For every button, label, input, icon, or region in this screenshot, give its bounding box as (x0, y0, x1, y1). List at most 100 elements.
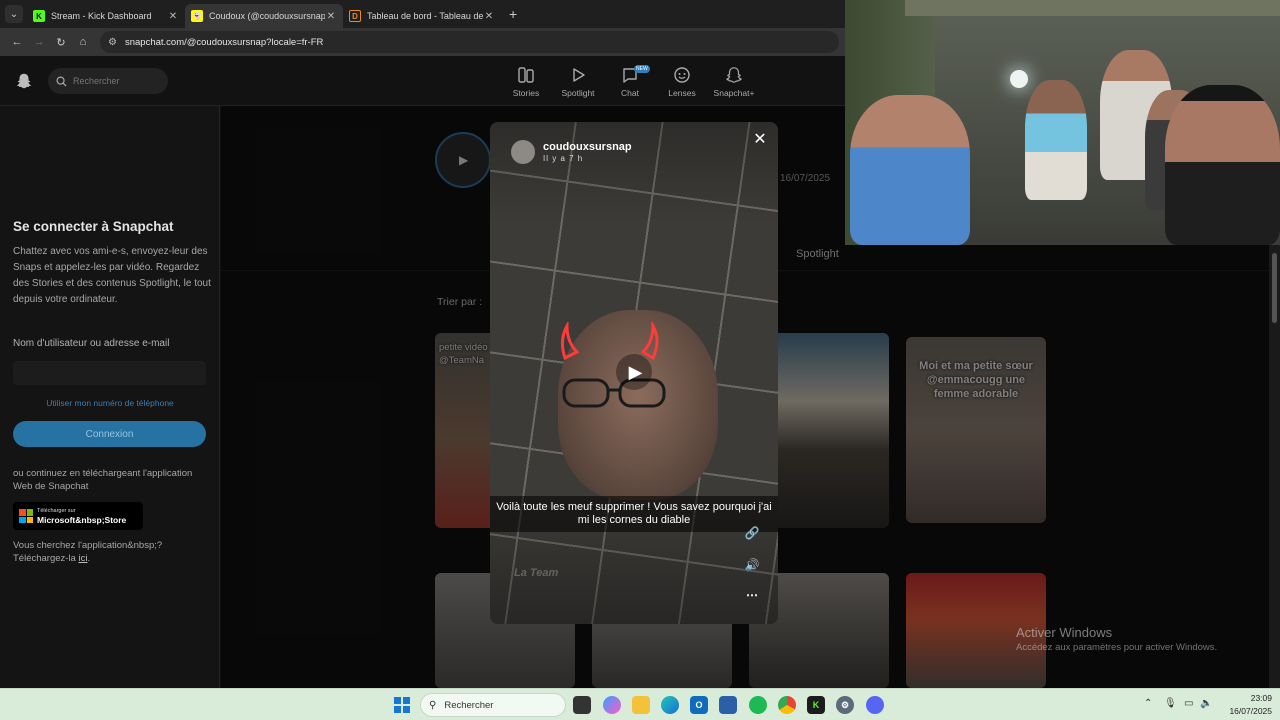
microphone-icon[interactable]: 🎙 (1164, 698, 1177, 709)
post-time: Il y a 7 h (543, 154, 584, 163)
microsoft-logo-icon (19, 509, 33, 523)
username-input[interactable] (13, 361, 206, 385)
chrome-icon[interactable] (778, 696, 796, 714)
url-field[interactable]: ⚙ snapchat.com/@coudouxsursnap?locale=fr… (100, 31, 839, 53)
browser-tab-bar: ⌄ K Stream - Kick Dashboard ✕ 👻 Coudoux … (0, 0, 845, 28)
nav-label: Chat (621, 88, 639, 98)
snapchat-plus-icon (726, 67, 742, 83)
settings-icon[interactable]: ⚙ (836, 696, 854, 714)
nav-label: Lenses (668, 88, 696, 98)
tab-title: Tableau de bord - Tableau de b (367, 11, 483, 21)
forward-icon[interactable]: → (28, 36, 50, 48)
clock-date: 16/07/2025 (1229, 706, 1272, 716)
download-text: ou continuez en téléchargeant l'applicat… (13, 468, 193, 492)
author-avatar[interactable] (511, 140, 535, 164)
login-title: Se connecter à Snapchat (13, 219, 174, 234)
story-viewer-modal: coudouxsursnap Il y a 7 h ✕ ▶ Voilà tout… (490, 122, 778, 624)
taskbar-search[interactable]: ⚲ Rechercher (420, 693, 566, 717)
volume-icon[interactable]: 🔊 (744, 558, 760, 574)
close-icon[interactable]: ✕ (750, 130, 770, 150)
microsoft-store-button[interactable]: Télécharger sur Microsoft&nbsp;Store (13, 502, 143, 530)
windows-taskbar: ⚲ Rechercher O K ⚙ ⌃ 🎙 ▭ 🔈 23:09 16/07/2… (0, 688, 1280, 720)
edge-icon[interactable] (661, 696, 679, 714)
nav-chat[interactable]: NEW Chat (604, 62, 656, 98)
tab-kick-dashboard[interactable]: K Stream - Kick Dashboard ✕ (27, 4, 185, 28)
tab-title: Coudoux (@coudouxsursnap) | (209, 11, 325, 21)
activate-windows-title: Activer Windows (1016, 625, 1113, 640)
app-download-text: Vous cherchez l'application&nbsp;? Téléc… (13, 539, 213, 565)
webcam-light (1010, 70, 1028, 88)
login-panel: Se connecter à Snapchat Chattez avec vos… (0, 106, 220, 688)
home-icon[interactable]: ⌂ (72, 36, 94, 48)
speaker-icon[interactable]: 🔈 (1200, 698, 1212, 709)
link-icon[interactable]: 🔗 (744, 526, 760, 542)
dashboard-favicon-icon: D (349, 10, 361, 22)
reload-icon[interactable]: ↻ (50, 36, 72, 49)
task-view-icon[interactable] (573, 696, 591, 714)
search-bar[interactable] (48, 68, 168, 94)
top-nav: Stories Spotlight NEW Chat Lenses Snapch… (500, 62, 760, 98)
address-bar: ← → ↻ ⌂ ⚙ snapchat.com/@coudouxsursnap?l… (0, 28, 845, 56)
username-label: Nom d'utilisateur ou adresse e-mail (13, 338, 170, 349)
screen: ⌄ K Stream - Kick Dashboard ✕ 👻 Coudoux … (0, 0, 1280, 720)
file-explorer-icon[interactable] (632, 696, 650, 714)
tab-close-icon[interactable]: ✕ (325, 11, 337, 22)
tab-search-button[interactable]: ⌄ (5, 5, 23, 23)
url-text: snapchat.com/@coudouxsursnap?locale=fr-F… (124, 36, 324, 48)
taskbar-clock[interactable]: 23:09 16/07/2025 (1220, 692, 1272, 718)
webcam-person (1165, 85, 1280, 245)
login-button[interactable]: Connexion (13, 421, 206, 447)
store-big-text: Microsoft&nbsp;Store (37, 515, 127, 525)
spotlight-icon (573, 68, 585, 82)
page-scrollbar[interactable] (1269, 245, 1280, 688)
windows-start-icon[interactable] (394, 697, 410, 713)
discord-icon[interactable] (866, 696, 884, 714)
story-caption: Voilà toute les meuf supprimer ! Vous sa… (490, 496, 778, 532)
clock-time: 23:09 (1250, 693, 1272, 703)
lenses-icon (674, 67, 690, 83)
nav-snapchat-plus[interactable]: Snapchat+ (708, 62, 760, 98)
play-icon[interactable]: ▶ (616, 354, 652, 390)
tab-title: Stream - Kick Dashboard (51, 11, 152, 21)
copilot-icon[interactable] (603, 696, 621, 714)
nav-label: Stories (512, 88, 540, 98)
new-tab-icon[interactable]: + (509, 6, 517, 22)
search-icon (56, 76, 67, 87)
tab-dashboard[interactable]: D Tableau de bord - Tableau de b ✕ (343, 4, 501, 28)
login-description: Chattez avec vos ami-e-s, envoyez-leur d… (13, 246, 211, 305)
story-author[interactable]: coudouxsursnap Il y a 7 h (511, 140, 632, 164)
webcam-person (1025, 80, 1087, 200)
devil-horns-icon (560, 322, 659, 361)
tray-chevron-icon[interactable]: ⌃ (1144, 698, 1152, 709)
site-settings-icon[interactable]: ⚙ (108, 37, 117, 48)
nav-label: Snapchat+ (713, 88, 755, 98)
search-input[interactable] (73, 76, 163, 86)
video-watermark: La Team (514, 567, 559, 579)
nav-lenses[interactable]: Lenses (656, 62, 708, 98)
network-icon[interactable]: ▭ (1184, 698, 1193, 709)
webcam-overlay (845, 0, 1280, 245)
back-icon[interactable]: ← (6, 36, 28, 48)
tab-snapchat-profile[interactable]: 👻 Coudoux (@coudouxsursnap) | ✕ (185, 4, 343, 28)
spotify-icon[interactable] (749, 696, 767, 714)
app-text-suffix: . (87, 553, 91, 564)
webcam-ceiling (905, 0, 1280, 16)
taskbar-search-label: Rechercher (444, 699, 494, 711)
nav-spotlight[interactable]: Spotlight (552, 62, 604, 98)
use-phone-link[interactable]: Utiliser mon numéro de téléphone (0, 398, 220, 408)
store-icon[interactable] (719, 696, 737, 714)
snapchat-favicon-icon: 👻 (191, 10, 203, 22)
more-options-icon[interactable]: ⋯ (744, 588, 760, 604)
scrollbar-thumb[interactable] (1272, 253, 1277, 323)
taskbar-search-icon: ⚲ (429, 699, 437, 711)
stories-icon (518, 67, 534, 83)
author-username[interactable]: coudouxsursnap (543, 141, 632, 153)
webcam-person (850, 95, 970, 245)
tab-close-icon[interactable]: ✕ (483, 11, 495, 22)
outlook-icon[interactable]: O (690, 696, 708, 714)
chat-new-badge: NEW (634, 65, 650, 73)
snapchat-ghost-icon[interactable] (15, 72, 33, 90)
nav-stories[interactable]: Stories (500, 62, 552, 98)
tab-close-icon[interactable]: ✕ (167, 11, 179, 22)
kick-app-icon[interactable]: K (807, 696, 825, 714)
